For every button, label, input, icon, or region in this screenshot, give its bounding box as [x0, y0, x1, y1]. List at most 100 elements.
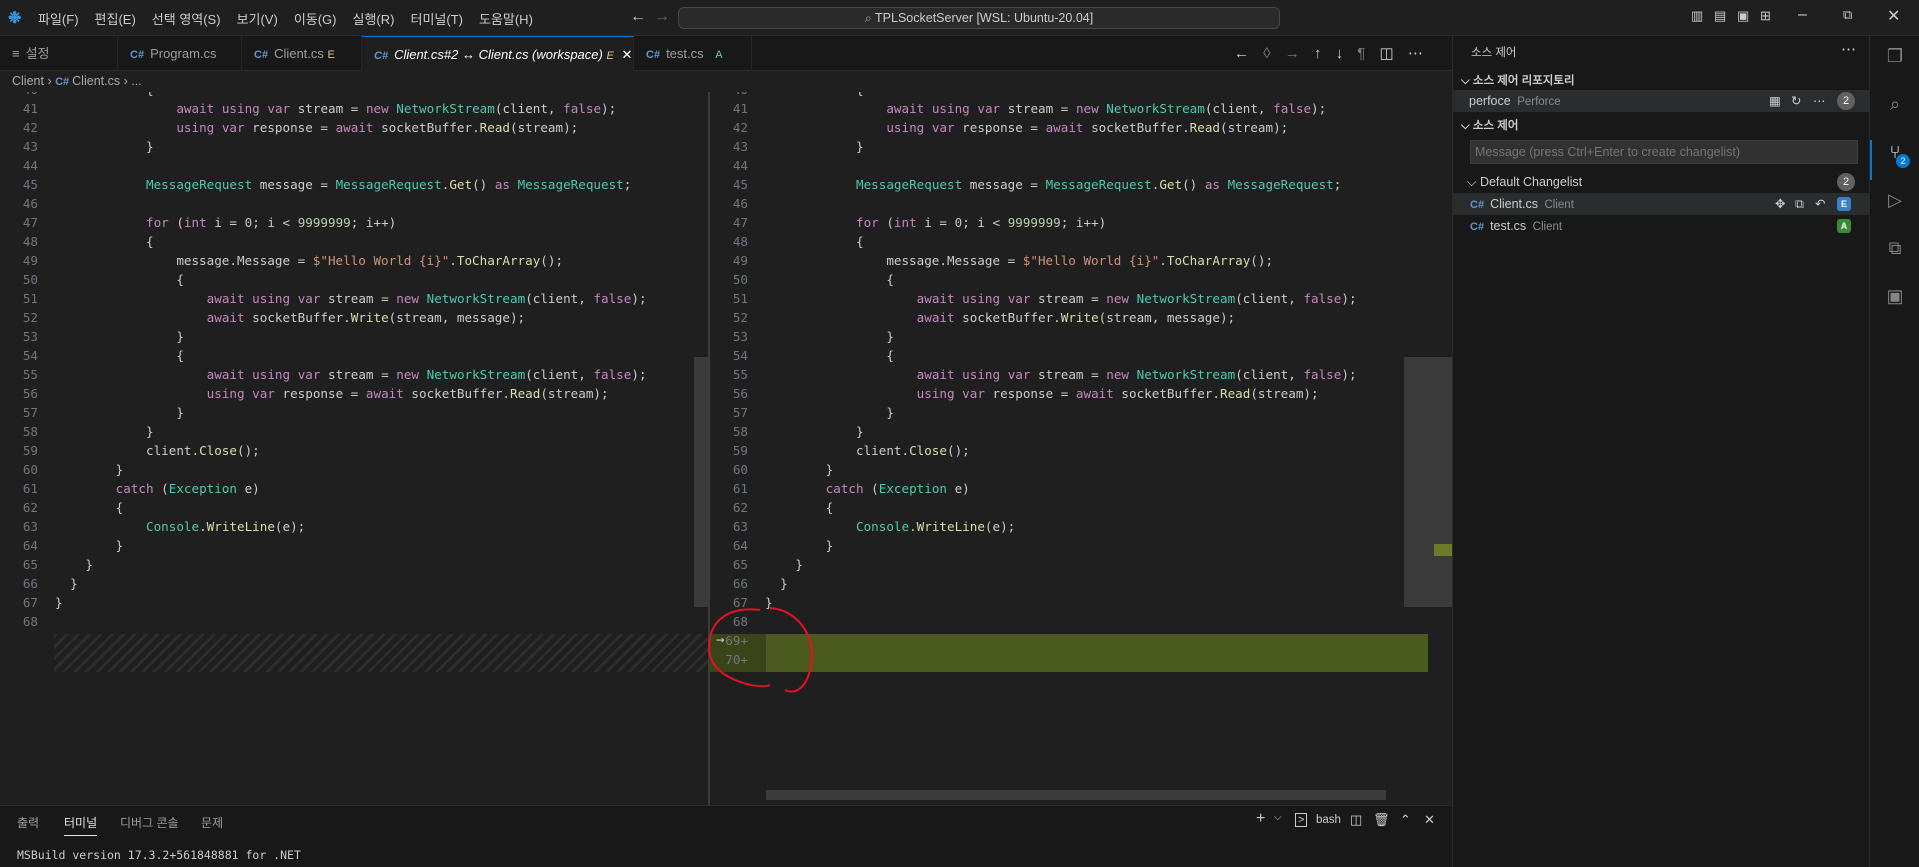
modified-code-line[interactable]: 42 using var response = await socketBuff…: [710, 118, 1452, 137]
terminal-name[interactable]: bash: [1316, 814, 1341, 826]
breadcrumb-file[interactable]: Client.cs: [72, 74, 120, 88]
modified-code-line[interactable]: 61 catch (Exception e): [710, 479, 1452, 498]
more-icon[interactable]: ⋯: [1813, 90, 1826, 112]
tab-client-cs[interactable]: C# Client.cs E: [242, 36, 362, 71]
tab-settings[interactable]: ≡ 설정: [0, 36, 118, 71]
original-code-line[interactable]: 47 for (int i = 0; i < 9999999; i++): [0, 213, 708, 232]
modified-code-line[interactable]: 62 {: [710, 498, 1452, 517]
original-code-line[interactable]: 52 await socketBuffer.Write(stream, mess…: [0, 308, 708, 327]
forward-arrow-icon[interactable]: →: [654, 8, 670, 26]
minimize-icon[interactable]: –: [1798, 6, 1807, 24]
layout-sidebar-icon[interactable]: ▥: [1691, 8, 1703, 24]
more-actions-icon[interactable]: ⋯: [1408, 45, 1423, 62]
modified-code-line[interactable]: 49 message.Message = $"Hello World {i}".…: [710, 251, 1452, 270]
modified-code-line[interactable]: 47 for (int i = 0; i < 9999999; i++): [710, 213, 1452, 232]
refresh-icon[interactable]: ↻: [1791, 90, 1801, 112]
menu-go[interactable]: 이동(G): [286, 9, 345, 28]
modified-code-line[interactable]: 44: [710, 156, 1452, 175]
modified-code-line[interactable]: 41 await using var stream = new NetworkS…: [710, 99, 1452, 118]
more-actions-icon[interactable]: ⋯: [1841, 40, 1856, 58]
modified-code-line[interactable]: 64 }: [710, 536, 1452, 555]
original-code-line[interactable]: 46: [0, 194, 708, 213]
panel-tab-problems[interactable]: 문제: [201, 814, 223, 831]
changelist-row[interactable]: ⌵ Default Changelist 2: [1453, 171, 1869, 193]
changelist-icon[interactable]: ▦: [1769, 90, 1781, 112]
breadcrumb-symbol[interactable]: ...: [131, 74, 141, 88]
tab-program-cs[interactable]: C# Program.cs: [118, 36, 242, 71]
original-code-line[interactable]: 53 }: [0, 327, 708, 346]
run-debug-icon[interactable]: ▷: [1870, 190, 1919, 211]
close-panel-icon[interactable]: ✕: [1424, 812, 1435, 828]
maximize-panel-icon[interactable]: ⌃: [1400, 812, 1411, 828]
menu-edit[interactable]: 편집(E): [87, 9, 144, 28]
modified-code-line[interactable]: 52 await socketBuffer.Write(stream, mess…: [710, 308, 1452, 327]
modified-code-line[interactable]: 53 }: [710, 327, 1452, 346]
original-code-line[interactable]: 62 {: [0, 498, 708, 517]
original-code-line[interactable]: 45 MessageRequest message = MessageReque…: [0, 175, 708, 194]
extensions-icon[interactable]: ⧉: [1870, 238, 1919, 259]
modified-code-line[interactable]: 60 }: [710, 460, 1452, 479]
original-code-line[interactable]: 63 Console.WriteLine(e);: [0, 517, 708, 536]
command-center[interactable]: ⌕ TPLSocketServer [WSL: Ubuntu-20.04]: [678, 7, 1280, 29]
tab-client-diff[interactable]: C# Client.cs#2 ↔ Client.cs (workspace) E …: [362, 36, 634, 71]
trash-icon[interactable]: 🗑: [1373, 812, 1390, 828]
modified-code-line[interactable]: 59 client.Close();: [710, 441, 1452, 460]
tab-test-cs[interactable]: C# test.cs A: [634, 36, 752, 71]
remote-explorer-icon[interactable]: ▣: [1870, 286, 1919, 307]
menu-selection[interactable]: 선택 영역(S): [144, 9, 229, 28]
modified-code-line[interactable]: 65 }: [710, 555, 1452, 574]
original-code-line[interactable]: 65 }: [0, 555, 708, 574]
original-code-line[interactable]: 58 }: [0, 422, 708, 441]
split-editor-icon[interactable]: ◫: [1380, 45, 1394, 62]
open-file-icon[interactable]: ✥: [1775, 193, 1785, 215]
message-input[interactable]: [1470, 140, 1858, 164]
explorer-icon[interactable]: ❐: [1870, 46, 1919, 67]
customize-layout-icon[interactable]: ⊞: [1760, 8, 1771, 24]
original-code-line[interactable]: 55 await using var stream = new NetworkS…: [0, 365, 708, 384]
panel-tab-debug-console[interactable]: 디버그 콘솔: [120, 814, 179, 831]
menu-terminal[interactable]: 터미널(T): [402, 9, 470, 28]
original-code-line[interactable]: 51 await using var stream = new NetworkS…: [0, 289, 708, 308]
diff-original-pane[interactable]: 40 {41 await using var stream = new Netw…: [0, 92, 708, 805]
original-code-line[interactable]: 44: [0, 156, 708, 175]
back-arrow-icon[interactable]: ←: [630, 8, 646, 26]
original-code-line[interactable]: 59 client.Close();: [0, 441, 708, 460]
breadcrumb-folder[interactable]: Client: [12, 74, 44, 88]
modified-code-line[interactable]: 58 }: [710, 422, 1452, 441]
source-control-icon[interactable]: ⑂ 2: [1870, 142, 1919, 168]
modified-code-line[interactable]: 51 await using var stream = new NetworkS…: [710, 289, 1452, 308]
section-source-control[interactable]: ⌵ 소스 제어: [1461, 117, 1518, 133]
split-terminal-icon[interactable]: ◫: [1350, 812, 1362, 828]
new-terminal-icon[interactable]: +: [1256, 810, 1265, 828]
previous-change-icon[interactable]: ←: [1234, 45, 1249, 62]
arrow-up-icon[interactable]: ↑: [1314, 45, 1322, 62]
restore-icon[interactable]: ⧉: [1843, 7, 1852, 23]
modified-code-line[interactable]: 56 using var response = await socketBuff…: [710, 384, 1452, 403]
section-repositories[interactable]: ⌵ 소스 제어 리포지토리: [1461, 72, 1575, 88]
original-code-line[interactable]: 43 }: [0, 137, 708, 156]
original-code-line[interactable]: 50 {: [0, 270, 708, 289]
original-code-line[interactable]: 64 }: [0, 536, 708, 555]
panel-tab-terminal[interactable]: 터미널: [64, 814, 98, 836]
modified-code-line[interactable]: 48 {: [710, 232, 1452, 251]
menu-run[interactable]: 실행(R): [345, 9, 403, 28]
search-icon[interactable]: ⌕: [1870, 94, 1919, 115]
file-row-test[interactable]: C# test.cs Client A: [1453, 215, 1869, 237]
revert-icon[interactable]: ↶: [1815, 193, 1825, 215]
modified-code-line[interactable]: 46: [710, 194, 1452, 213]
menu-help[interactable]: 도움말(H): [471, 9, 541, 28]
stage-icon[interactable]: ◊: [1263, 45, 1270, 62]
arrow-down-icon[interactable]: ↓: [1336, 45, 1344, 62]
panel-tab-output[interactable]: 출력: [17, 814, 39, 831]
original-code-line[interactable]: 48 {: [0, 232, 708, 251]
modified-code-line[interactable]: 50 {: [710, 270, 1452, 289]
close-tab-icon[interactable]: ✕: [621, 47, 632, 62]
layout-panel-icon[interactable]: ▤: [1714, 8, 1726, 24]
original-code-line[interactable]: 40 {: [0, 92, 708, 99]
modified-code-line[interactable]: 43 }: [710, 137, 1452, 156]
original-code-line[interactable]: 66 }: [0, 574, 708, 593]
modified-code-line[interactable]: 45 MessageRequest message = MessageReque…: [710, 175, 1452, 194]
original-code-line[interactable]: 60 }: [0, 460, 708, 479]
original-code-line[interactable]: 56 using var response = await socketBuff…: [0, 384, 708, 403]
modified-code-line[interactable]: 54 {: [710, 346, 1452, 365]
